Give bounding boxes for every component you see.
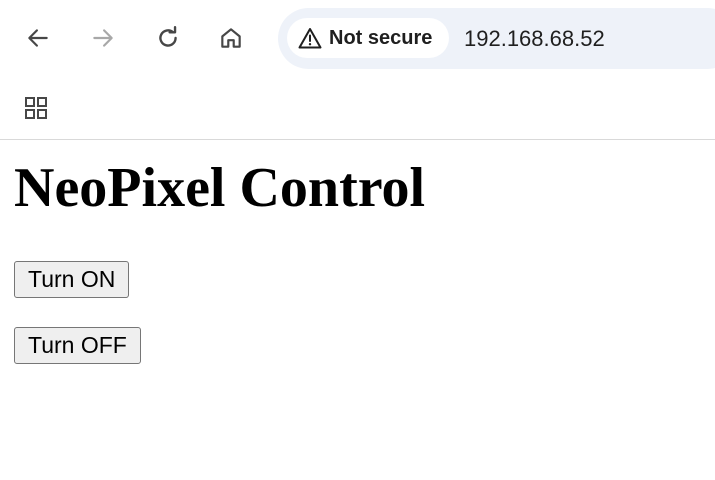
page-title: NeoPixel Control [14, 157, 426, 219]
forward-button[interactable] [85, 20, 121, 56]
bookmarks-bar [0, 78, 715, 140]
security-label: Not secure [329, 26, 433, 49]
address-bar[interactable]: Not secure 192.168.68.52 [278, 8, 715, 69]
arrow-right-icon [93, 29, 113, 47]
apps-grid-icon [25, 97, 47, 119]
url-text[interactable]: 192.168.68.52 [464, 26, 605, 52]
warning-triangle-icon [297, 26, 323, 50]
turn-off-button[interactable]: Turn OFF [14, 327, 141, 364]
arrow-left-icon [28, 29, 48, 47]
back-button[interactable] [20, 20, 56, 56]
home-button[interactable] [213, 20, 249, 56]
reload-icon [159, 25, 177, 47]
security-chip[interactable]: Not secure [287, 18, 449, 58]
apps-button[interactable] [18, 90, 54, 126]
home-icon [221, 28, 241, 48]
reload-button[interactable] [150, 20, 186, 56]
browser-toolbar: Not secure 192.168.68.52 [0, 0, 715, 78]
turn-on-button[interactable]: Turn ON [14, 261, 130, 298]
page-content: NeoPixel Control Turn ON Turn OFF [0, 141, 715, 480]
